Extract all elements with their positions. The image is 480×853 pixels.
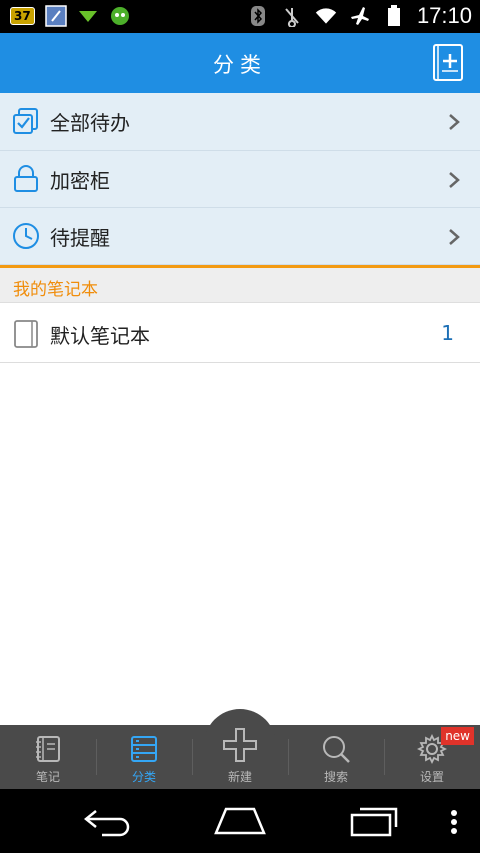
notebook-item-default[interactable]: 默认笔记本 1 [0, 303, 480, 363]
download-icon [77, 5, 99, 27]
clock: 17:10 [416, 3, 472, 28]
category-item-reminders[interactable]: 待提醒 [0, 208, 480, 265]
plus-icon [223, 728, 257, 762]
new-badge: new [441, 727, 474, 745]
overflow-menu-icon[interactable] [450, 809, 458, 835]
category-label: 全部待办 [50, 111, 130, 135]
home-icon[interactable] [214, 805, 266, 837]
app-header: 分类 [0, 33, 480, 93]
security-app-icon [109, 5, 131, 27]
category-label: 待提醒 [50, 225, 110, 250]
notes-icon [36, 736, 60, 762]
back-icon[interactable] [82, 805, 132, 837]
recent-apps-icon[interactable] [350, 805, 400, 837]
app-notification-icon [44, 5, 67, 27]
mute-icon [281, 5, 303, 27]
categories-icon [131, 736, 157, 762]
tab-label: 分类 [131, 770, 156, 784]
tab-notes[interactable]: 笔记 [0, 725, 96, 789]
airplane-icon [349, 5, 371, 27]
chevron-right-icon [449, 172, 460, 188]
new-note-button[interactable]: 新建 [204, 709, 276, 784]
section-title: 我的笔记本 [13, 280, 98, 300]
clock-icon [13, 223, 39, 249]
tab-label: 笔记 [35, 770, 60, 784]
tab-search[interactable]: 搜索 [288, 725, 384, 789]
tab-label: 新建 [227, 770, 252, 784]
chevron-right-icon [449, 229, 460, 245]
category-item-all-todos[interactable]: 全部待办 [0, 93, 480, 151]
notebook-label: 默认笔记本 [50, 324, 150, 348]
add-notebook-button[interactable] [432, 43, 466, 83]
add-notebook-icon [433, 44, 463, 81]
tab-categories[interactable]: 分类 [96, 725, 192, 789]
category-label: 加密柜 [50, 168, 110, 193]
checklist-icon [13, 108, 38, 134]
bluetooth-icon [247, 5, 269, 27]
status-bar: 37 17:10 [0, 0, 480, 33]
tab-label: 设置 [419, 770, 444, 784]
search-icon [323, 736, 350, 763]
notification-count-badge: 37 [10, 7, 35, 25]
notebook-count: 1 [441, 321, 454, 345]
notebook-icon [14, 320, 38, 348]
page-title: 分类 [213, 53, 267, 77]
category-list: 全部待办 加密柜 待提醒 [0, 93, 480, 268]
system-nav-bar [0, 789, 480, 853]
chevron-right-icon [449, 114, 460, 130]
battery-icon [383, 5, 405, 27]
tab-label: 搜索 [323, 770, 348, 784]
section-header: 我的笔记本 [0, 268, 480, 303]
tab-divider [192, 739, 193, 775]
lock-icon [14, 165, 38, 192]
wifi-icon [315, 5, 337, 27]
category-item-vault[interactable]: 加密柜 [0, 151, 480, 208]
